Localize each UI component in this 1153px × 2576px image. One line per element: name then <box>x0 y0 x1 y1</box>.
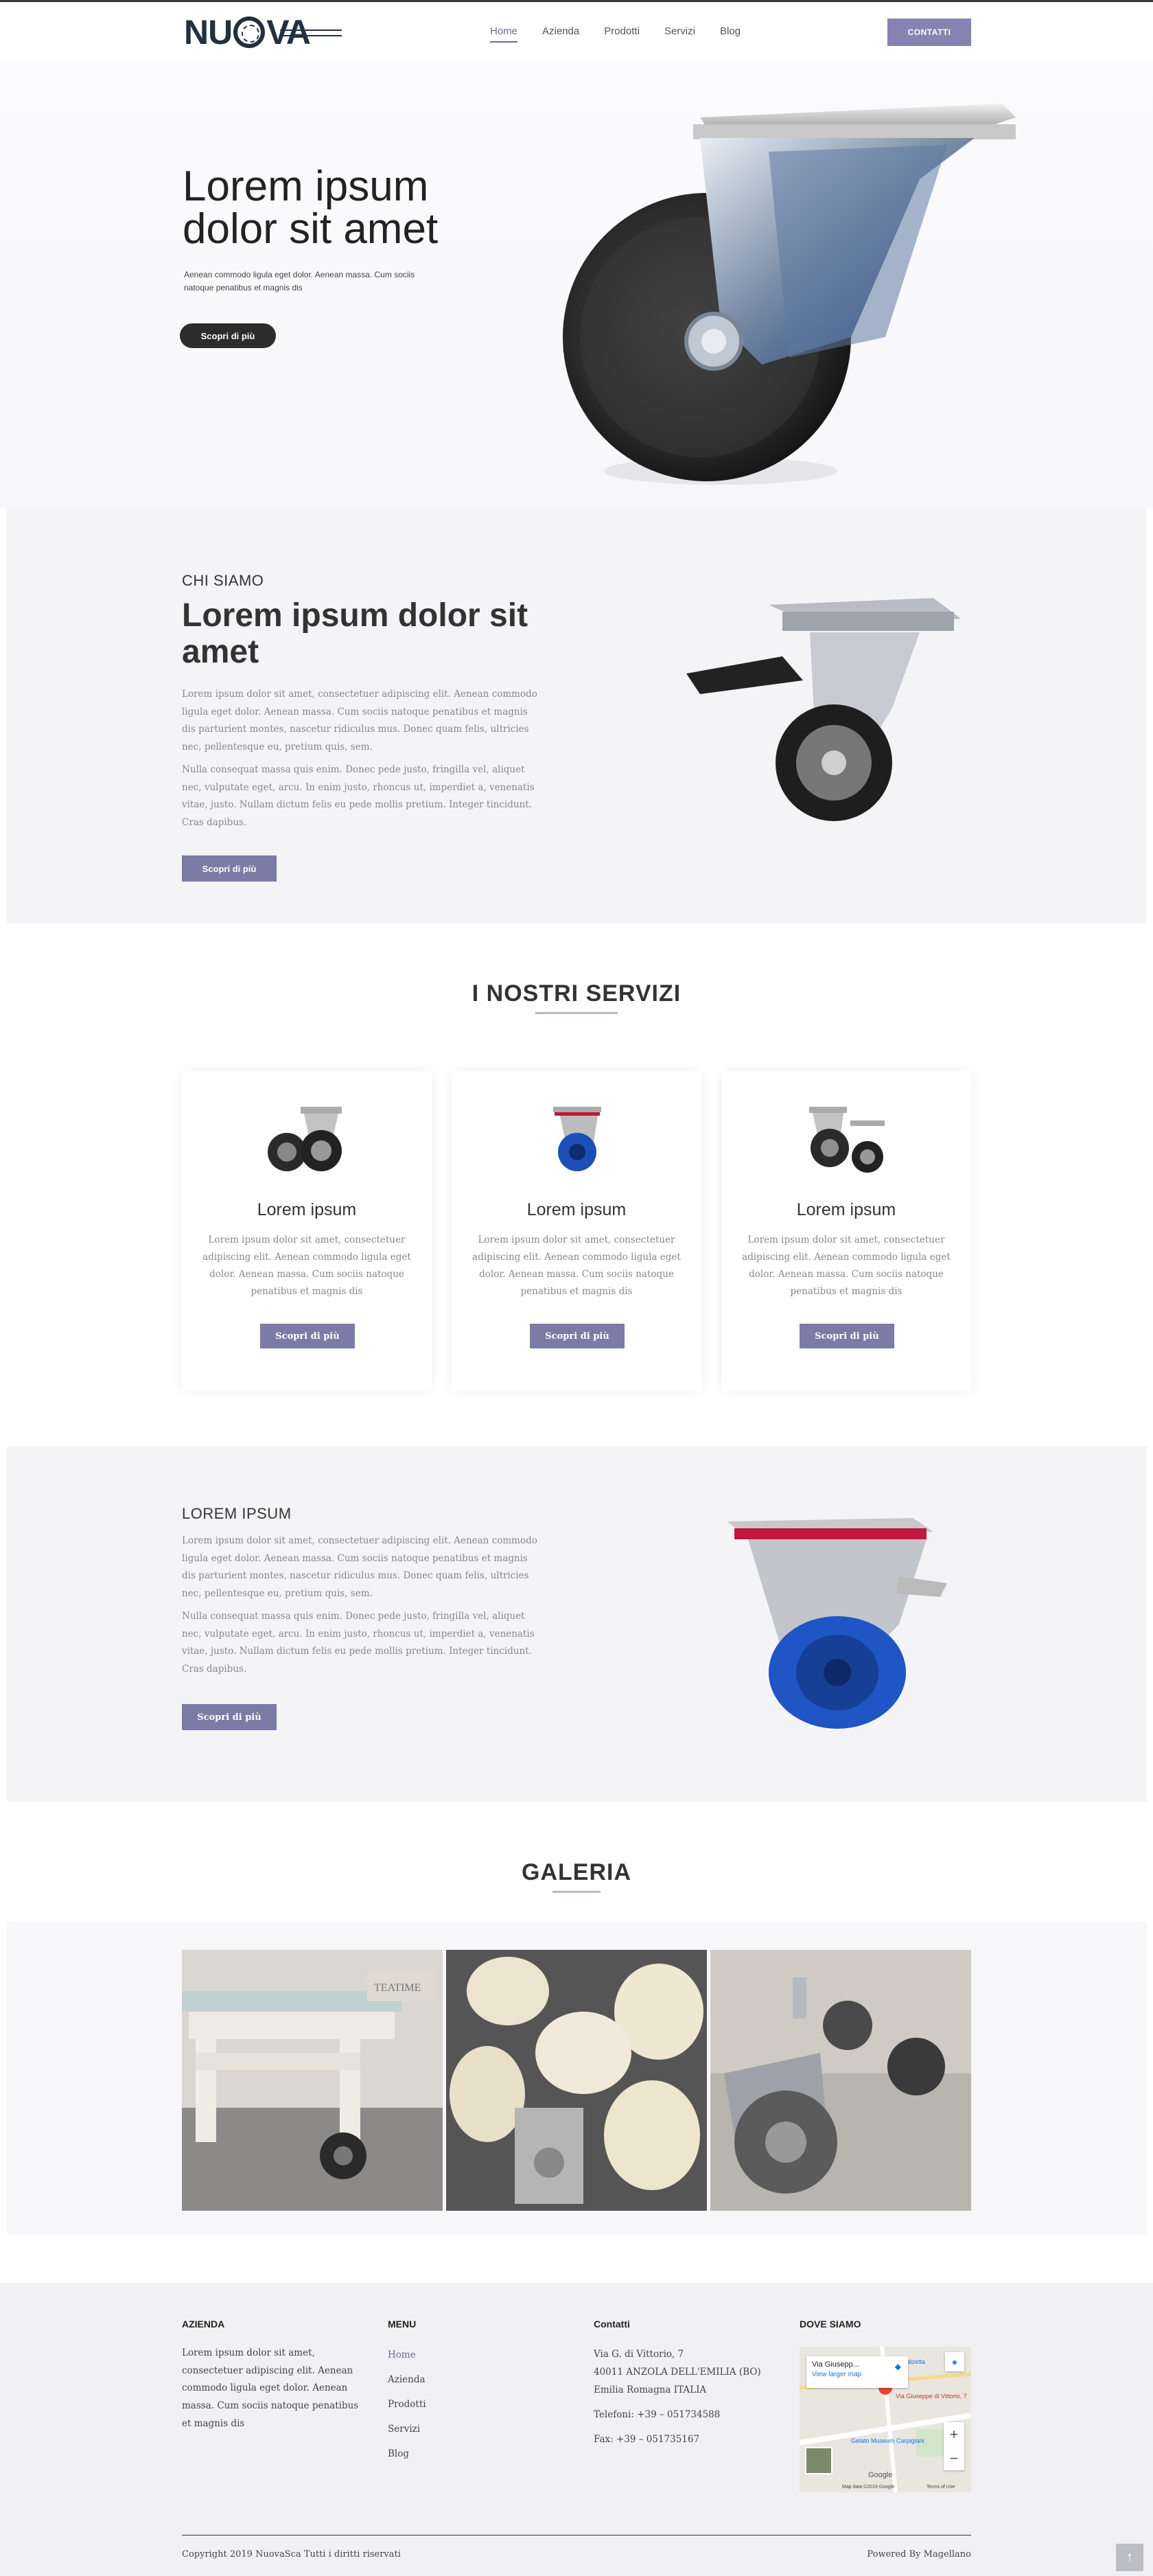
nav-azienda[interactable]: Azienda <box>542 25 579 43</box>
contact-button[interactable]: CONTATTI <box>887 19 971 46</box>
gallery-table-photo: TEATIME <box>182 1950 443 2211</box>
hero-section: Lorem ipsum dolor sit amet Aenean commod… <box>0 62 1153 509</box>
about-paragraph-1: Lorem ipsum dolor sit amet, consectetuer… <box>182 689 537 752</box>
service-card-button[interactable]: Scopri di più <box>800 1324 894 1348</box>
services-title-underline <box>535 1012 618 1014</box>
gallery-image-table[interactable]: TEATIME <box>182 1950 443 2211</box>
hero-text: Aenean commodo ligula eget dolor. Aenean… <box>184 270 415 293</box>
lorem-paragraph-2: Nulla consequat massa quis enim. Donec p… <box>182 1611 535 1675</box>
map-satellite-toggle[interactable] <box>805 2447 832 2474</box>
gallery-wheels-photo <box>446 1950 707 2211</box>
map-terms-link: Terms of Use <box>927 2485 955 2489</box>
footer-menu-heading: MENU <box>388 2319 417 2330</box>
nav-home[interactable]: Home <box>490 25 518 43</box>
map-place-name: Via Giusepp... <box>812 2360 859 2369</box>
nav-prodotti[interactable]: Prodotti <box>604 25 640 43</box>
service-card-button[interactable]: Scopri di più <box>260 1324 355 1348</box>
about-eyebrow: CHI SIAMO <box>182 572 264 589</box>
lorem-section: LOREM IPSUM Lorem ipsum dolor sit amet, … <box>7 1446 1146 1802</box>
footer-copyright: Copyright 2019 NuovaSca Tutti i diritti … <box>182 2549 401 2560</box>
service-card-title: Lorem ipsum <box>526 1200 627 1219</box>
footer-map[interactable]: Via Giuseppe di Vittorio, 7 Gelato Museu… <box>800 2347 971 2492</box>
footer-menu-prodotti[interactable]: Prodotti <box>388 2399 426 2424</box>
gallery-sign-text: TEATIME <box>374 1982 421 1994</box>
about-title: Lorem ipsum dolor sit amet <box>182 597 528 670</box>
service-card-button[interactable]: Scopri di più <box>530 1324 625 1348</box>
service-card-text: Lorem ipsum dolor sit amet, consectetuer… <box>202 1234 411 1297</box>
service-blue-caster-image <box>553 1107 601 1171</box>
logo-speed-lines <box>280 30 342 36</box>
map-google-logo: Google <box>868 2471 892 2479</box>
gallery-title-underline <box>552 1891 601 1893</box>
gallery-title: GALERIA <box>522 1859 631 1885</box>
footer-fax: Fax: +39 – 051735167 <box>594 2434 700 2445</box>
footer-menu-home[interactable]: Home <box>388 2349 426 2374</box>
map-pin-label: Via Giuseppe di Vittorio, 7 <box>896 2393 967 2400</box>
logo-wheel-icon <box>233 16 266 48</box>
service-card-title: Lorem ipsum <box>257 1200 357 1219</box>
site-footer: AZIENDA Lorem ipsum dolor sit amet, cons… <box>0 2283 1153 2576</box>
map-data-credit: Map data ©2019 Google <box>842 2484 894 2489</box>
footer-menu-azienda[interactable]: Azienda <box>388 2374 426 2399</box>
service-card-text: Lorem ipsum dolor sit amet, consectetuer… <box>472 1234 681 1297</box>
footer-menu-blog[interactable]: Blog <box>388 2448 426 2473</box>
map-pegman-icon[interactable]: ● <box>945 2352 964 2371</box>
hero-cta-button[interactable]: Scopri di più <box>180 323 276 348</box>
footer-azienda-heading: AZIENDA <box>182 2319 225 2330</box>
hero-title: Lorem ipsum dolor sit amet <box>183 163 439 253</box>
service-caster-pair-image <box>809 1107 885 1173</box>
gallery-casters-photo <box>710 1950 971 2211</box>
service-card: Lorem ipsum Lorem ipsum dolor sit amet, … <box>452 1071 701 1391</box>
footer-address-line-3: Emilia Romagna ITALIA <box>594 2384 707 2395</box>
main-nav: Home Azienda Prodotti Servizi Blog <box>490 25 765 43</box>
footer-address-line-1: Via G. di Vittorio, 7 <box>594 2349 684 2360</box>
hero-caster-wheel-image <box>563 104 1016 485</box>
lorem-paragraph-1: Lorem ipsum dolor sit amet, consectetuer… <box>182 1535 537 1599</box>
services-title: I NOSTRI SERVIZI <box>471 980 682 1007</box>
footer-menu-servizi[interactable]: Servizi <box>388 2424 426 2448</box>
site-header: NU VA Home Azienda Prodotti Servizi Blog… <box>0 2 1153 62</box>
gallery-image-wheels[interactable] <box>446 1950 707 2211</box>
about-section: CHI SIAMO Lorem ipsum dolor sit amet Lor… <box>7 509 1146 923</box>
map-poi-museum: Gelato Museum Carpigiani <box>851 2437 924 2444</box>
nav-servizi[interactable]: Servizi <box>664 25 695 43</box>
map-directions-icon[interactable]: ◆ <box>895 2362 901 2371</box>
footer-phone: Telefoni: +39 – 051734588 <box>594 2409 721 2420</box>
footer-powered-by[interactable]: Powered By Magellano <box>867 2549 971 2560</box>
footer-address-line-2: 40011 ANZOLA DELL'EMILIA (BO) <box>594 2367 761 2378</box>
map-zoom-controls: + − <box>944 2422 964 2470</box>
map-info-card: Via Giusepp... View larger map ◆ <box>806 2356 908 2388</box>
map-zoom-out-icon[interactable]: − <box>944 2446 964 2470</box>
service-card: Lorem ipsum Lorem ipsum dolor sit amet, … <box>182 1071 432 1391</box>
back-to-top-icon[interactable]: ↑ <box>1116 2544 1143 2571</box>
map-larger-link[interactable]: View larger map <box>812 2371 902 2378</box>
lorem-cta-button[interactable]: Scopri di più <box>182 1704 277 1730</box>
service-card-text: Lorem ipsum dolor sit amet, consectetuer… <box>742 1234 951 1297</box>
about-caster-brake-image <box>686 598 961 821</box>
service-card: Lorem ipsum Lorem ipsum dolor sit amet, … <box>721 1071 971 1391</box>
lorem-eyebrow: LOREM IPSUM <box>182 1505 292 1522</box>
service-double-caster-image <box>268 1107 342 1171</box>
about-cta-button[interactable]: Scopri di più <box>182 855 277 882</box>
service-card-title: Lorem ipsum <box>796 1200 896 1219</box>
footer-menu: Home Azienda Prodotti Servizi Blog <box>388 2349 426 2473</box>
map-zoom-in-icon[interactable]: + <box>944 2422 964 2446</box>
footer-contatti-heading: Contatti <box>594 2319 630 2330</box>
lorem-blue-caster-image <box>727 1518 947 1729</box>
logo-text-left: NU <box>184 13 233 51</box>
gallery-image-casters[interactable] <box>710 1950 971 2211</box>
footer-dove-heading: DOVE SIAMO <box>800 2319 861 2330</box>
logo[interactable]: NU VA <box>184 13 342 51</box>
footer-azienda-text: Lorem ipsum dolor sit amet, consectetuer… <box>182 2347 359 2429</box>
nav-blog[interactable]: Blog <box>720 25 741 43</box>
about-paragraph-2: Nulla consequat massa quis enim. Donec p… <box>182 764 535 828</box>
